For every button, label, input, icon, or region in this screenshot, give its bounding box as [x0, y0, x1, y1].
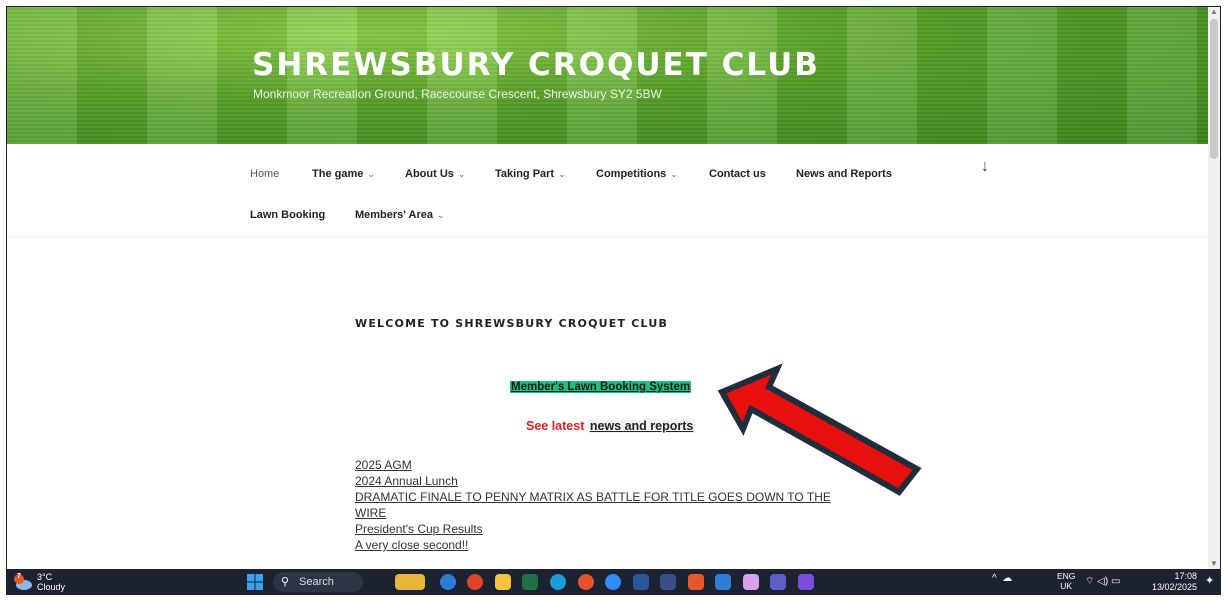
lang-top: ENG — [1057, 571, 1076, 581]
site-description: Monkmoor Recreation Ground, Racecourse C… — [253, 87, 662, 101]
lang-bottom: UK — [1060, 581, 1073, 591]
chevron-down-icon: ⌄ — [457, 169, 466, 179]
file-explorer-icon[interactable] — [495, 574, 511, 590]
scroll-up-icon[interactable]: ▲ — [1208, 7, 1220, 17]
browser-viewport: SHREWSBURY CROQUET CLUB Monkmoor Recreat… — [6, 6, 1221, 595]
page-title: WELCOME TO SHREWSBURY CROQUET CLUB — [355, 317, 669, 330]
nav-label: The game — [312, 168, 364, 180]
nav-label: Members' Area — [355, 209, 434, 221]
teams-icon[interactable] — [770, 574, 786, 590]
copilot-icon[interactable] — [743, 574, 759, 590]
weather-desc: Cloudy — [37, 582, 66, 592]
nav-label: Contact us — [709, 168, 766, 180]
time: 17:08 — [1174, 571, 1198, 581]
nav-item-competitions[interactable]: Competitions ⌄ — [596, 168, 678, 180]
windows-start-icon[interactable] — [247, 574, 263, 590]
nav-item-taking-part[interactable]: Taking Part ⌄ — [495, 168, 566, 180]
app-icon[interactable] — [660, 574, 676, 590]
nav-item-home[interactable]: Home — [250, 168, 279, 180]
edge-icon[interactable] — [550, 574, 566, 590]
nav-item-members-area[interactable]: Members' Area ⌄ — [355, 209, 445, 221]
nav-item-lawn-booking[interactable]: Lawn Booking — [250, 209, 325, 221]
cloud-icon[interactable] — [13, 573, 33, 591]
system-tray[interactable]: ^ ☁ — [992, 573, 1012, 584]
wifi-volume-battery-icon[interactable]: ⌔ ◁) ▭ — [1085, 575, 1120, 588]
word-icon[interactable] — [633, 574, 649, 590]
nav-label: Competitions — [596, 168, 667, 180]
nav-label: Taking Part — [495, 168, 555, 180]
nav-label: News and Reports — [796, 168, 892, 180]
list-item[interactable]: A very close second!! — [355, 537, 831, 553]
calendar-icon[interactable] — [715, 574, 731, 590]
excel-icon[interactable] — [522, 574, 538, 590]
news-prefix: See latest — [526, 419, 585, 433]
taskbar: 7 3°C Cloudy ⚲ Search ^ ☁ ENG UK ⌔ ◁) ▭ … — [7, 569, 1220, 594]
down-arrow-icon[interactable]: ↓ — [981, 158, 989, 176]
zoom-icon[interactable] — [605, 574, 621, 590]
firefox-icon[interactable] — [578, 574, 594, 590]
weather-temp: 3°C — [37, 572, 53, 582]
lawn-booking-link[interactable]: Member's Lawn Booking System — [510, 381, 692, 393]
date: 13/02/2025 — [1152, 582, 1198, 592]
header-banner: SHREWSBURY CROQUET CLUB Monkmoor Recreat… — [7, 7, 1210, 144]
search-icon: ⚲ — [281, 576, 290, 588]
language-indicator[interactable]: ENG UK — [1057, 571, 1075, 591]
nav-item-news-and-reports[interactable]: News and Reports — [796, 168, 892, 180]
nav-item-about-us[interactable]: About Us ⌄ — [405, 168, 465, 180]
chevron-down-icon: ⌄ — [437, 210, 445, 220]
outlook-icon[interactable] — [440, 574, 456, 590]
news-reports-link[interactable]: news and reports — [587, 419, 696, 433]
scrollbar-thumb[interactable] — [1210, 19, 1218, 159]
nav-item-the-game[interactable]: The game ⌄ — [312, 168, 375, 180]
news-line: See latest news and reports — [526, 419, 696, 433]
nav-label: About Us — [405, 168, 454, 180]
nav-label: Home — [250, 168, 280, 180]
weather-badge: 7 — [17, 573, 21, 580]
scroll-down-icon[interactable]: ▼ — [1208, 559, 1220, 569]
taskbar-search[interactable]: ⚲ Search — [273, 572, 363, 592]
search-placeholder: Search — [299, 576, 334, 588]
chevron-down-icon: ⌄ — [558, 169, 566, 179]
office-icon[interactable] — [688, 574, 704, 590]
clock[interactable]: 17:08 13/02/2025 — [1152, 571, 1197, 593]
widget-icon[interactable] — [395, 574, 425, 590]
store-icon[interactable] — [798, 574, 814, 590]
chevron-down-icon: ⌄ — [670, 169, 678, 179]
chrome-icon[interactable] — [467, 574, 483, 590]
site-title[interactable]: SHREWSBURY CROQUET CLUB — [252, 47, 820, 83]
list-item[interactable]: President's Cup Results — [355, 521, 831, 537]
list-item[interactable]: WIRE — [355, 505, 831, 521]
nav-label: Lawn Booking — [250, 209, 326, 221]
main-navigation: Home The game ⌄ About Us ⌄ Taking Part ⌄ Co… — [7, 144, 1210, 237]
vertical-scrollbar[interactable]: ▲ ▼ — [1208, 7, 1220, 569]
notification-icon[interactable]: ✦ — [1205, 574, 1214, 587]
nav-item-contact-us[interactable]: Contact us — [709, 168, 766, 180]
annotation-arrow-icon — [717, 363, 922, 496]
chevron-down-icon: ⌄ — [367, 169, 375, 179]
